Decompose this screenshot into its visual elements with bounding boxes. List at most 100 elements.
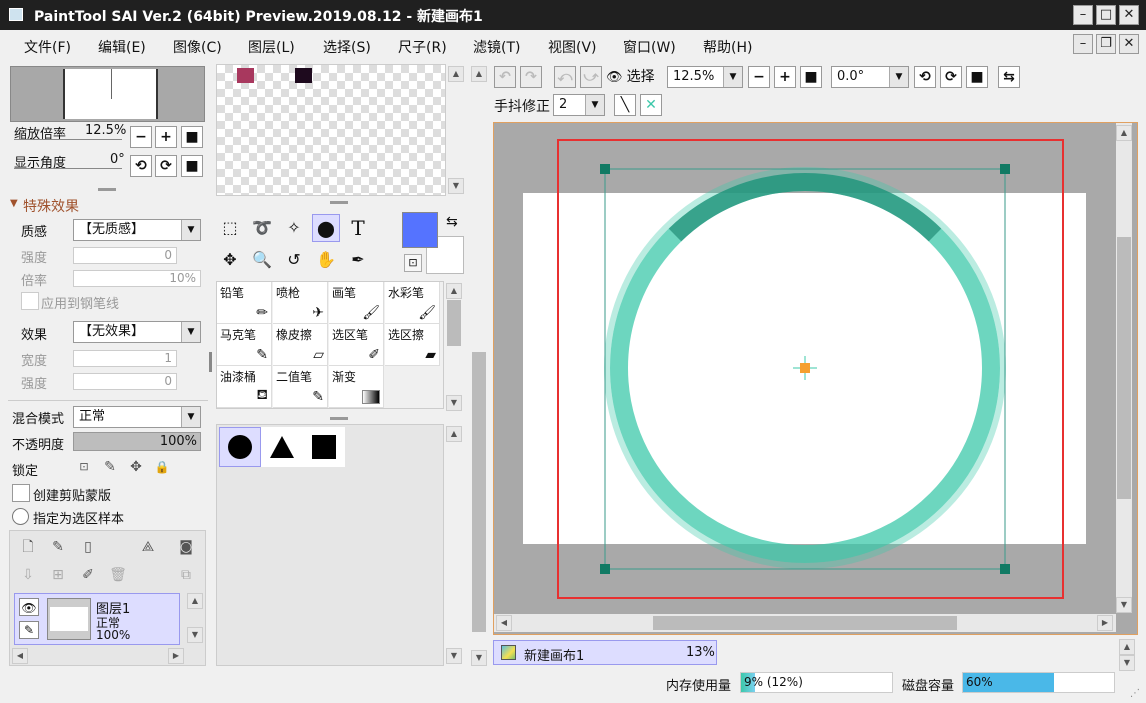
selection-toggle[interactable]: 👁 选择: [606, 66, 662, 88]
swatch-scroll-up[interactable]: ▲: [448, 66, 464, 82]
brush-watercolor[interactable]: 水彩笔 🖌: [385, 282, 440, 324]
layer-row[interactable]: 👁 ✎ 图层1 正常 100%: [14, 593, 180, 645]
minimize-button[interactable]: –: [1073, 5, 1093, 25]
menu-window[interactable]: 窗口(W): [623, 37, 676, 57]
swatch-2[interactable]: [295, 68, 312, 83]
brush-scroll-down[interactable]: ▼: [446, 395, 462, 411]
brush-select-pen[interactable]: 选区笔 ✐: [329, 324, 384, 366]
undo-button[interactable]: ↶: [494, 66, 516, 88]
line-mode-button[interactable]: ╲: [614, 94, 636, 116]
magic-wand-tool[interactable]: ✧: [280, 214, 308, 242]
angle-slider[interactable]: [14, 168, 122, 169]
transparent-color-icon[interactable]: ⊡: [404, 254, 422, 272]
zoom-select[interactable]: 12.5% ▼: [667, 66, 743, 88]
effect-width-field[interactable]: 1: [73, 350, 177, 367]
zoom-in-button[interactable]: +: [155, 126, 177, 148]
delete-layer-icon[interactable]: 🗑: [108, 565, 128, 585]
canvas-hscroll[interactable]: ◀ ▶: [494, 614, 1116, 632]
invert-select-button[interactable]: ⤻: [580, 66, 602, 88]
menu-view[interactable]: 视图(V): [548, 37, 597, 57]
middle-splitter[interactable]: ▲ ▼: [471, 66, 487, 668]
layer-paint-icon[interactable]: ✎: [19, 621, 39, 639]
toolbar-rotate-left-button[interactable]: ⟲: [914, 66, 936, 88]
canvas-viewport[interactable]: ▲ ▼ ◀ ▶: [493, 122, 1138, 635]
effects-expand-icon[interactable]: ▼: [10, 198, 18, 209]
new-layer-icon[interactable]: 🗋: [18, 537, 38, 557]
zoom-reset-button[interactable]: ■: [181, 126, 203, 148]
left-splitter[interactable]: [209, 352, 212, 372]
brush-bucket[interactable]: 油漆桶 ⛾: [217, 366, 272, 408]
rect-select-tool[interactable]: ⬚: [216, 214, 244, 242]
brush-binary[interactable]: 二值笔 ✎: [273, 366, 328, 408]
menu-ruler[interactable]: 尺子(R): [398, 37, 447, 57]
maximize-button[interactable]: □: [1096, 5, 1116, 25]
shape-scroll-down[interactable]: ▼: [446, 648, 462, 664]
canvas-hscroll-thumb[interactable]: [653, 616, 957, 630]
zoom-slider[interactable]: [14, 139, 122, 140]
swatch-scroll-down[interactable]: ▼: [448, 178, 464, 194]
resize-grip[interactable]: ⋰: [1130, 688, 1140, 699]
symmetry-button[interactable]: ✕: [640, 94, 662, 116]
brush-brush[interactable]: 画笔 🖌: [329, 282, 384, 324]
brush-scroll-thumb[interactable]: [447, 300, 461, 346]
toolbar-zoom-reset-button[interactable]: ■: [800, 66, 822, 88]
canvas-vscroll[interactable]: ▲ ▼: [1116, 123, 1132, 613]
shape-triangle-button[interactable]: [261, 427, 303, 467]
effect-select[interactable]: 【无效果】 ▼: [73, 321, 201, 343]
toolbar-zoom-out-button[interactable]: −: [748, 66, 770, 88]
shape-tool[interactable]: ⬤: [312, 214, 340, 242]
shape-square-button[interactable]: [303, 427, 345, 467]
layer-hscroll-right[interactable]: ▶: [168, 648, 184, 664]
panel-divider[interactable]: [98, 188, 116, 191]
navigator-preview[interactable]: [10, 66, 205, 122]
primary-color[interactable]: [402, 212, 438, 248]
lasso-tool[interactable]: ➰: [248, 214, 276, 242]
effect-strength-field[interactable]: 0: [73, 373, 177, 390]
swatch-splitter[interactable]: [330, 201, 348, 204]
menu-image[interactable]: 图像(C): [173, 37, 222, 57]
eyedropper-tool[interactable]: ✒: [344, 246, 372, 274]
brush-select-eraser[interactable]: 选区擦 ▰: [385, 324, 440, 366]
close-button[interactable]: ✕: [1119, 5, 1139, 25]
toolbar-zoom-in-button[interactable]: +: [774, 66, 796, 88]
hand-tool[interactable]: ✋: [312, 246, 340, 274]
zoom-tool[interactable]: 🔍: [248, 246, 276, 274]
brush-splitter[interactable]: [330, 417, 348, 420]
swatch-grid[interactable]: [216, 64, 446, 196]
menu-help[interactable]: 帮助(H): [703, 37, 752, 57]
angle-select[interactable]: 0.0° ▼: [831, 66, 909, 88]
brush-marker[interactable]: 马克笔 ✎: [217, 324, 272, 366]
layer-effects-icon[interactable]: ⟁: [138, 537, 158, 557]
toolbar-rotate-right-button[interactable]: ⟳: [940, 66, 962, 88]
shape-scroll-up[interactable]: ▲: [446, 426, 462, 442]
tab-scroll-up[interactable]: ▲: [1119, 639, 1135, 655]
swap-colors-icon[interactable]: ⇆: [446, 214, 458, 230]
apply-pen-checkbox[interactable]: [21, 292, 39, 310]
selection-source-radio[interactable]: [12, 508, 29, 525]
move-tool[interactable]: ✥: [216, 246, 244, 274]
texture-strength-field[interactable]: 0: [73, 247, 177, 264]
lock-move-icon[interactable]: ✥: [126, 457, 146, 477]
menu-file[interactable]: 文件(F): [24, 37, 71, 57]
lock-all-icon[interactable]: 🔒: [152, 457, 172, 477]
shape-circle-button[interactable]: [219, 427, 261, 467]
layer-hscroll-left[interactable]: ◀: [12, 648, 28, 664]
lock-paint-icon[interactable]: ✎: [100, 457, 120, 477]
brush-airbrush[interactable]: 喷枪 ✈: [273, 282, 328, 324]
blend-mode-select[interactable]: 正常 ▼: [73, 406, 201, 428]
visibility-eye-icon[interactable]: 👁: [19, 598, 39, 616]
layer-scroll-up[interactable]: ▲: [187, 593, 203, 609]
text-tool[interactable]: T: [344, 214, 372, 242]
rotate-left-button[interactable]: ⟲: [130, 155, 152, 177]
menu-select[interactable]: 选择(S): [323, 37, 371, 57]
toolbar-rotate-reset-button[interactable]: ■: [966, 66, 988, 88]
texture-select[interactable]: 【无质感】 ▼: [73, 219, 201, 241]
redo-button[interactable]: ↷: [520, 66, 542, 88]
layer-export-icon[interactable]: ⧉: [176, 565, 196, 585]
stabilizer-select[interactable]: 2 ▼: [553, 94, 605, 116]
tab-scroll-down[interactable]: ▼: [1119, 655, 1135, 671]
layer-mask-icon[interactable]: ◙: [176, 537, 196, 557]
canvas-vscroll-thumb[interactable]: [1117, 237, 1131, 499]
combine-icon[interactable]: ⊞: [48, 565, 68, 585]
brush-scroll-up[interactable]: ▲: [446, 283, 462, 299]
